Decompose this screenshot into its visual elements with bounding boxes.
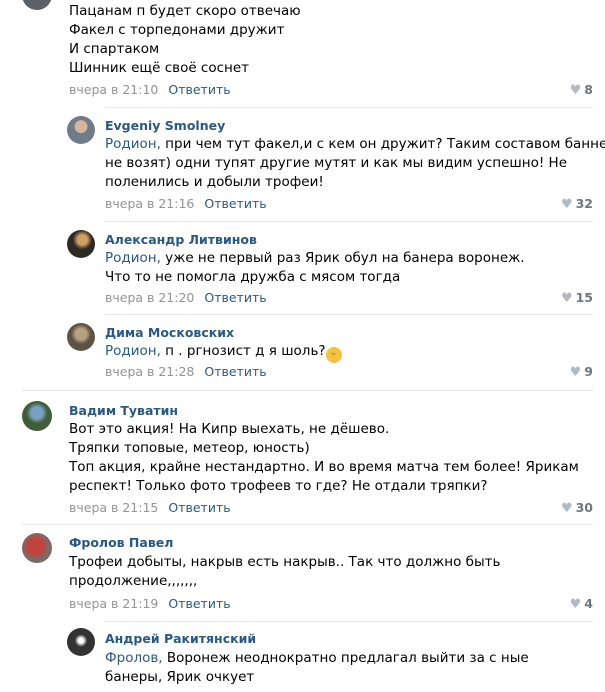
comment-line: Шинник ещё своё соснет [69,60,250,76]
like-count: 9 [584,364,593,379]
comment-text: Родион, при чем тут факел,и с кем он дру… [105,135,605,192]
laughing-emoji-icon: ᵕ [325,347,342,363]
comment-line: Тряпки топовые, метеор, юность) [69,440,310,456]
reply-button[interactable]: Ответить [204,290,266,305]
like-count: 32 [575,196,593,211]
reply-to-link[interactable]: Родион, [105,136,161,152]
comment-author[interactable]: Фролов Павел [69,535,173,550]
comment-author[interactable]: Андрей Ракитянский [105,631,256,646]
heart-icon: ♥ [560,291,573,306]
separator [105,107,593,108]
comment-line: Факел с торпедонами дружит [69,22,285,38]
reply-button[interactable]: Ответить [168,82,230,97]
separator [105,314,593,315]
like-count: 4 [584,596,593,611]
comment-line: продолжение,,,,,,, [69,573,198,589]
avatar[interactable] [22,0,52,10]
heart-icon: ♥ [569,597,582,612]
like-button[interactable]: ♥ 15 [561,290,593,306]
reply-button[interactable]: Ответить [168,596,230,611]
comment-time[interactable]: вчера в 21:16 [105,196,194,211]
reply-button[interactable]: Ответить [168,500,230,515]
comment-line: уже не первый раз Ярик обул на банера во… [160,250,525,266]
like-button[interactable]: ♥ 8 [570,82,593,98]
comment-line: поленились и добыли трофеи! [105,174,324,190]
avatar[interactable] [22,533,52,563]
like-count: 30 [575,500,593,515]
like-button[interactable]: ♥ 30 [561,500,593,516]
comment-meta: вчера в 21:15 Ответить [69,500,231,515]
separator [105,221,593,222]
comment-line: И спартаком [69,41,160,57]
comment-line: п . ргнозист д я шоль? [160,343,326,359]
comment-line: Пацанам п будет скоро отвечаю [69,3,301,19]
comment-line: Трофеи добыты, накрыв есть накрыв.. Так … [69,554,501,570]
reply-to-link[interactable]: Фролов, [105,650,163,666]
reply-button[interactable]: Ответить [204,196,266,211]
like-button[interactable]: ♥ 4 [570,596,593,612]
comment-text: Родион, п . ргнозист д я шоль? ᵕ [105,342,342,363]
comment-line: респект! Только фото трофеев то где? Не … [69,478,488,494]
comment-text: Вот это акция! На Кипр выехать, не дёшев… [69,420,579,496]
comment-meta: вчера в 21:16 Ответить [105,196,267,211]
comment-author[interactable]: Вадим Туватин [69,403,178,418]
avatar[interactable] [67,230,95,258]
comment-time[interactable]: вчера в 21:20 [105,290,194,305]
comment-line: Что то не помогла дружба с мясом тогда [105,269,401,285]
heart-icon: ♥ [560,197,573,212]
separator [22,524,593,525]
comment-line: не возят) одни тупят другие мутят и как … [105,155,567,171]
comment-author[interactable]: Александр Литвинов [105,232,257,247]
comment-line: Топ акция, крайне нестандартно. И во вре… [69,459,579,475]
comment-meta: вчера в 21:28 Ответить [105,364,267,379]
like-count: 8 [584,82,593,97]
comment-line: Воронеж неоднократно предлагал выйти за … [162,650,529,666]
comment-time[interactable]: вчера в 21:10 [69,82,158,97]
avatar[interactable] [67,323,95,351]
comment-text: Фролов, Воронеж неоднократно предлагал в… [105,649,529,687]
avatar[interactable] [22,401,52,431]
comment-time[interactable]: вчера в 21:19 [69,596,158,611]
reply-button[interactable]: Ответить [204,364,266,379]
like-button[interactable]: ♥ 9 [570,364,593,380]
comment-author[interactable]: Evgeniy Smolney [105,118,225,133]
separator [22,390,593,391]
comment-text: Родион, уже не первый раз Ярик обул на б… [105,249,525,287]
comment-time[interactable]: вчера в 21:15 [69,500,158,515]
comment-meta: вчера в 21:20 Ответить [105,290,267,305]
heart-icon: ♥ [560,501,573,516]
comment-line: при чем тут факел,и с кем он дружит? Так… [160,136,605,152]
reply-to-link[interactable]: Родион, [105,343,161,359]
comment-text: Трофеи добыты, накрыв есть накрыв.. Так … [69,553,500,591]
comment-text: Пацанам п будет скоро отвечаю Факел с то… [69,2,301,78]
avatar[interactable] [67,116,95,144]
separator [105,621,593,622]
comment-line: Вот это акция! На Кипр выехать, не дёшев… [69,421,390,437]
like-button[interactable]: ♥ 32 [561,196,593,212]
like-count: 15 [575,290,593,305]
comment-meta: вчера в 21:19 Ответить [69,596,231,611]
reply-to-link[interactable]: Родион, [105,250,161,266]
comment-author[interactable]: Дима Московских [105,325,234,340]
heart-icon: ♥ [569,83,582,98]
comment-time[interactable]: вчера в 21:28 [105,364,194,379]
avatar[interactable] [67,628,95,656]
comment-meta: вчера в 21:10 Ответить [69,82,231,97]
comment-line: банеры, Ярик очкует [105,669,255,685]
heart-icon: ♥ [569,365,582,380]
